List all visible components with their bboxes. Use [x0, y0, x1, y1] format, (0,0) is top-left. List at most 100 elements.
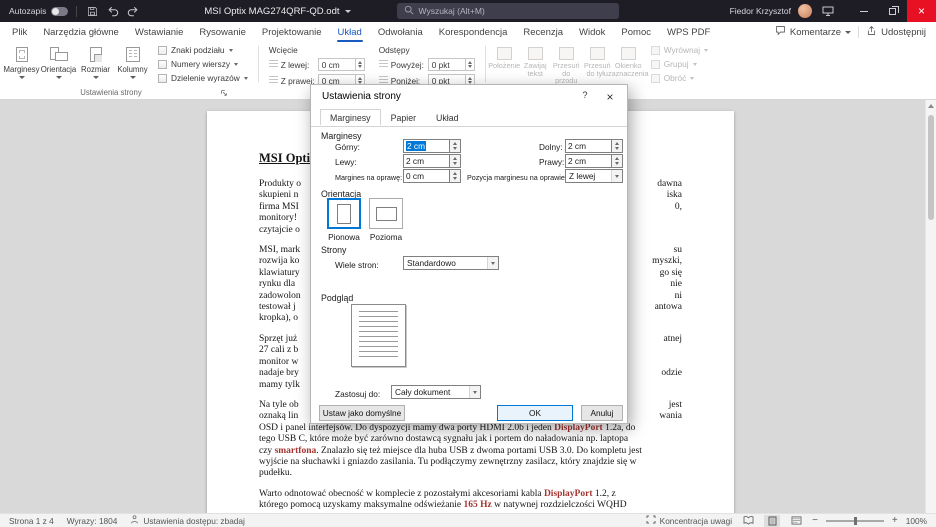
accessibility-label: Ustawienia dostępu: zbadaj [143, 516, 244, 526]
portrait-page-icon [337, 204, 351, 224]
apply-to-select[interactable]: Cały dokument [391, 385, 481, 399]
breaks-menu[interactable]: Znaki podziału [158, 45, 248, 55]
right-margin-field[interactable]: 2 cm [565, 154, 623, 168]
selection-pane-button-disabled: Okienko zaznaczenia [613, 45, 644, 86]
doc-line: pudełku. [259, 468, 682, 479]
top-margin-stepper[interactable] [450, 139, 461, 153]
dialog-tab-marginesy[interactable]: Marginesy [320, 109, 381, 125]
left-margin-field[interactable]: 2 cm [403, 154, 461, 168]
zoom-level[interactable]: 100% [906, 516, 927, 526]
ok-button[interactable]: OK [497, 405, 573, 421]
top-margin-field[interactable]: 2 cm [403, 139, 461, 153]
web-layout-view-button[interactable] [788, 515, 804, 527]
minimize-button[interactable] [849, 0, 878, 22]
spacing-group: Odstępy Powyżej: Poniżej: [372, 42, 482, 86]
help-button[interactable]: ? [577, 90, 593, 104]
zoom-out-button[interactable]: − [812, 516, 818, 526]
right-margin-value[interactable]: 2 cm [565, 154, 612, 168]
set-default-button[interactable]: Ustaw jako domyślne [319, 405, 405, 421]
search-box[interactable]: Wyszukaj (Alt+M) [397, 3, 619, 19]
bottom-margin-stepper[interactable] [612, 139, 623, 153]
arrange-group: Położenie Zawijaj tekst Przesuń do przod… [489, 42, 644, 86]
right-margin-stepper[interactable] [612, 154, 623, 168]
close-button[interactable]: × [907, 0, 936, 22]
tab-wstawianie[interactable]: Wstawianie [127, 22, 192, 42]
tab-odwolania[interactable]: Odwołania [370, 22, 431, 42]
indent-left-stepper[interactable] [356, 58, 365, 71]
word-count[interactable]: Wyrazy: 1804 [67, 516, 118, 526]
gutter-field[interactable]: 0 cm [403, 169, 461, 183]
page-count[interactable]: Strona 1 z 4 [9, 516, 54, 526]
accessibility-status[interactable]: Ustawienia dostępu: zbadaj [130, 515, 244, 526]
bottom-margin-field[interactable]: 2 cm [565, 139, 623, 153]
margins-button[interactable]: Marginesy [3, 42, 40, 86]
zoom-slider-thumb[interactable] [854, 517, 857, 525]
spacing-before-input[interactable] [428, 58, 466, 71]
tab-pomoc[interactable]: Pomoc [613, 22, 659, 42]
page-setup-dialog-launcher[interactable] [219, 88, 229, 98]
orientation-landscape-tile[interactable] [369, 198, 403, 229]
undo-icon[interactable] [105, 4, 120, 19]
tab-recenzja[interactable]: Recenzja [515, 22, 571, 42]
comment-icon [775, 25, 786, 39]
tab-rysowanie[interactable]: Rysowanie [191, 22, 253, 42]
read-mode-view-button[interactable] [740, 515, 756, 527]
gutter-position-select[interactable]: Z lewej [565, 169, 623, 183]
tab-korespondencja[interactable]: Korespondencja [431, 22, 516, 42]
comments-button[interactable]: Komentarze [775, 25, 851, 39]
bottom-margin-value[interactable]: 2 cm [565, 139, 612, 153]
dialog-close-button[interactable]: × [598, 88, 622, 105]
spacing-title: Odstępy [379, 45, 475, 55]
share-button[interactable]: Udostępnij [866, 25, 926, 39]
indent-left-label: Z lewej: [281, 60, 315, 70]
breaks-label: Znaki podziału [171, 45, 225, 55]
scrollbar-thumb[interactable] [928, 115, 934, 220]
tab-plik[interactable]: Plik [4, 22, 35, 42]
tab-widok[interactable]: Widok [571, 22, 613, 42]
zoom-in-button[interactable]: + [892, 516, 898, 526]
dialog-title: Ustawienia strony [322, 91, 401, 102]
line-numbers-menu[interactable]: Numery wierszy [158, 59, 248, 69]
dialog-tab-papier[interactable]: Papier [381, 109, 426, 125]
doc-line: OSD i panel interfejsów. Do dyspozycji m… [259, 423, 682, 434]
vertical-scrollbar[interactable] [925, 100, 936, 513]
left-margin-value[interactable]: 2 cm [403, 154, 450, 168]
autosave-toggle[interactable] [51, 7, 68, 16]
share-icon [866, 25, 877, 39]
chevron-down-icon [469, 386, 480, 398]
print-layout-view-button[interactable] [764, 515, 780, 527]
top-margin-value[interactable]: 2 cm [403, 139, 450, 153]
size-button[interactable]: Rozmiar [77, 42, 114, 86]
scroll-up-arrow[interactable] [928, 104, 934, 108]
cancel-button[interactable]: Anuluj [581, 405, 623, 421]
tab-narzedzia-glowne[interactable]: Narzędzia główne [35, 22, 127, 42]
gutter-stepper[interactable] [450, 169, 461, 183]
present-icon[interactable] [820, 4, 835, 19]
dialog-tab-uklad[interactable]: Układ [426, 109, 469, 125]
hyphenation-menu[interactable]: Dzielenie wyrazów [158, 73, 248, 83]
tab-wps-pdf[interactable]: WPS PDF [659, 22, 718, 42]
tab-projektowanie[interactable]: Projektowanie [254, 22, 330, 42]
indent-title: Wcięcie [269, 45, 365, 55]
zoom-slider[interactable] [826, 520, 884, 522]
dialog-tab-divider [311, 126, 627, 127]
columns-button[interactable]: Kolumny [114, 42, 151, 86]
document-title[interactable]: MSI Optix MAG274QRF-QD.odt [204, 6, 350, 17]
gutter-value[interactable]: 0 cm [403, 169, 450, 183]
spacing-before-stepper[interactable] [466, 58, 475, 71]
divider [858, 26, 859, 38]
avatar[interactable] [798, 4, 812, 18]
restore-button[interactable] [878, 0, 907, 22]
chevron-down-icon [690, 77, 694, 80]
orientation-button[interactable]: Orientacja [40, 42, 77, 86]
multiple-pages-select[interactable]: Standardowo [403, 256, 499, 270]
left-margin-stepper[interactable] [450, 154, 461, 168]
tab-uklad[interactable]: Układ [330, 22, 370, 42]
focus-mode-button[interactable]: Koncentracja uwagi [646, 515, 732, 526]
indent-left-input[interactable] [318, 58, 356, 71]
orientation-portrait-tile[interactable] [327, 198, 361, 229]
save-icon[interactable] [85, 4, 100, 19]
focus-label: Koncentracja uwagi [660, 516, 732, 526]
preview-thumbnail [351, 304, 406, 367]
redo-icon[interactable] [125, 4, 140, 19]
